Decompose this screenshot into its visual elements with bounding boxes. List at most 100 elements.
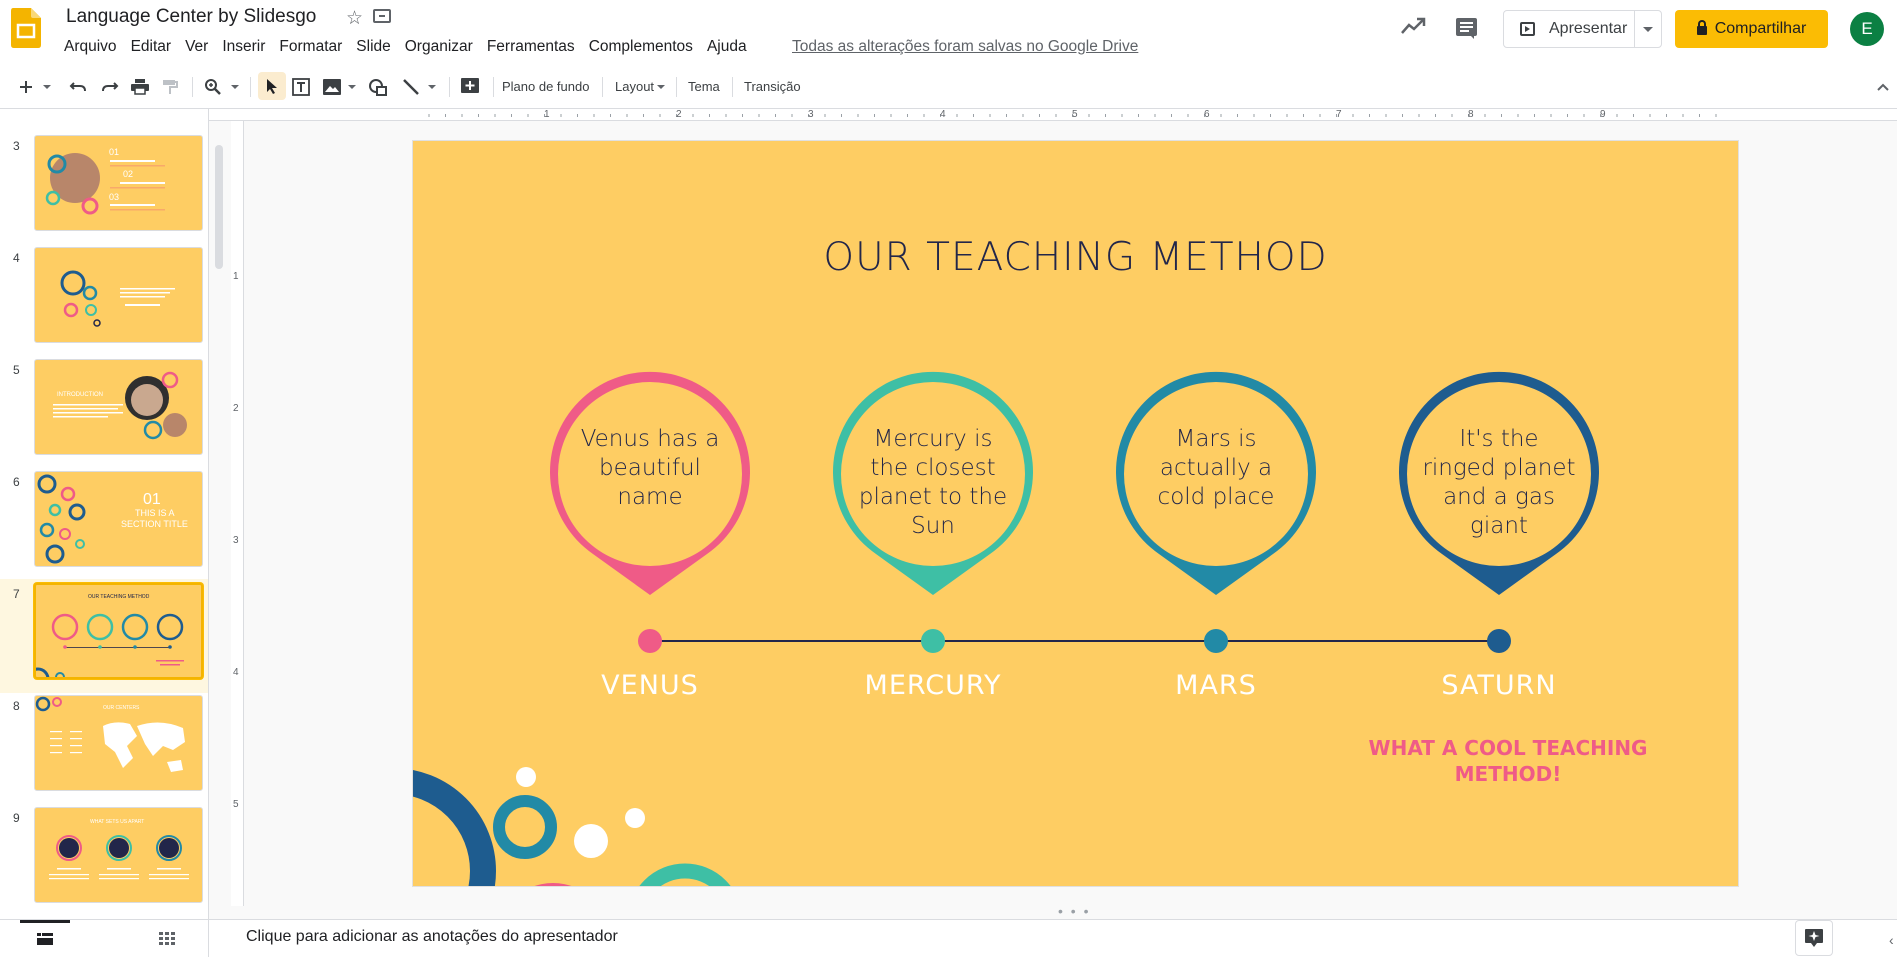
select-tool[interactable] <box>258 72 286 100</box>
toolbar: Plano de fundo Layout Tema Transição <box>0 64 1897 109</box>
thumbnail-text: 02 <box>123 169 134 179</box>
undo-icon <box>69 81 86 91</box>
menu-file[interactable]: Arquivo <box>57 38 124 56</box>
slide-thumbnail-9[interactable]: 9 WHAT SETS US APART <box>0 807 208 919</box>
share-button[interactable]: Compartilhar <box>1675 10 1828 48</box>
thumbnail: 01 THIS IS A SECTION TITLE <box>34 471 203 567</box>
thumbnail: OUR CENTERS <box>34 695 203 791</box>
saturn-pin[interactable]: It's the ringed planet and a gas giant <box>1390 365 1608 603</box>
venus-label[interactable]: VENUS <box>540 670 760 701</box>
textbox-tool[interactable] <box>292 64 310 109</box>
present-button[interactable]: Apresentar <box>1503 10 1662 48</box>
mars-pin[interactable]: Mars is actually a cold place <box>1107 365 1325 603</box>
menu-addons[interactable]: Complementos <box>582 38 700 56</box>
paint-format-button[interactable] <box>162 64 178 109</box>
slide-thumbnail-7[interactable]: 7 OUR TEACHING METHOD <box>0 579 208 693</box>
speaker-notes-placeholder[interactable]: Clique para adicionar as anotações do ap… <box>246 928 618 946</box>
menu-arrange[interactable]: Organizar <box>398 38 480 56</box>
mercury-label[interactable]: MERCURY <box>823 670 1043 701</box>
menu-bar: Arquivo Editar Ver Inserir Formatar Slid… <box>57 38 754 56</box>
mercury-dot[interactable] <box>921 629 945 653</box>
save-status-link[interactable]: Todas as alterações foram salvas no Goog… <box>792 38 1138 56</box>
mercury-pin[interactable]: Mercury is the closest planet to the Sun <box>824 365 1042 603</box>
thumbnail-text: OUR CENTERS <box>103 705 140 711</box>
print-button[interactable] <box>131 64 149 109</box>
theme-label: Tema <box>688 79 720 94</box>
slide-thumbnail-4[interactable]: 4 <box>0 247 208 359</box>
slide-number: 7 <box>13 587 20 601</box>
menu-insert[interactable]: Inserir <box>215 38 272 56</box>
present-label: Apresentar <box>1549 20 1628 37</box>
menu-edit[interactable]: Editar <box>124 38 179 56</box>
document-title[interactable]: Language Center by Slidesgo <box>66 6 316 28</box>
thumbnail <box>34 247 203 343</box>
slide-number: 3 <box>13 139 20 153</box>
grid-view-button[interactable] <box>140 920 194 957</box>
line-tool[interactable] <box>402 64 436 109</box>
chevron-down-icon <box>348 84 356 89</box>
menu-view[interactable]: Ver <box>178 38 215 56</box>
mars-label[interactable]: MARS <box>1106 670 1326 701</box>
add-comment-button[interactable] <box>461 64 479 109</box>
transition-button[interactable]: Transição <box>744 64 801 109</box>
menu-format[interactable]: Formatar <box>272 38 349 56</box>
timeline-line[interactable] <box>650 640 1501 642</box>
slide-filmstrip: 3 01 02 03 4 5 INTRODUCTION 6 01 THIS IS… <box>0 109 209 919</box>
notes-resize-handle[interactable]: • • • <box>1058 903 1090 919</box>
zoom-icon <box>205 78 221 95</box>
venus-pin[interactable]: Venus has a beautiful name <box>541 365 759 603</box>
comments-icon[interactable] <box>1456 18 1477 39</box>
menu-slide[interactable]: Slide <box>349 38 397 56</box>
thumbnail: OUR TEACHING METHOD <box>34 583 203 679</box>
chevron-down-icon[interactable] <box>43 84 51 89</box>
toolbar-divider <box>250 77 251 97</box>
zoom-button[interactable] <box>204 64 239 109</box>
vertical-ruler[interactable]: 1 2 3 4 5 <box>231 121 244 906</box>
slide-thumbnail-5[interactable]: 5 INTRODUCTION <box>0 359 208 471</box>
venus-dot[interactable] <box>638 629 662 653</box>
theme-button[interactable]: Tema <box>688 64 720 109</box>
cool-method-text[interactable]: WHAT A COOL TEACHING METHOD! <box>1343 735 1673 787</box>
new-slide-button[interactable] <box>19 64 51 109</box>
image-tool[interactable] <box>323 64 356 109</box>
slide-thumbnail-2[interactable] <box>0 109 208 121</box>
slide-title[interactable]: OUR TEACHING METHOD <box>413 235 1738 280</box>
slide-canvas[interactable]: OUR TEACHING METHOD Venus has a beautifu… <box>413 141 1738 886</box>
present-main-button[interactable]: Apresentar <box>1504 11 1635 47</box>
collapse-toolbar-button[interactable] <box>1876 64 1890 109</box>
mars-dot[interactable] <box>1204 629 1228 653</box>
thumbnail-text: 03 <box>109 192 120 202</box>
horizontal-ruler[interactable]: 1 2 3 4 5 6 7 8 9 <box>209 109 1897 121</box>
move-folder-icon[interactable] <box>373 9 391 23</box>
slide-thumbnail-3[interactable]: 3 01 02 03 <box>0 135 208 247</box>
ruler-number: 3 <box>808 109 814 120</box>
side-panel-toggle-icon[interactable]: ‹ <box>1889 932 1894 948</box>
slide-thumbnail-8[interactable]: 8 OUR CENTERS <box>0 695 208 807</box>
star-icon[interactable]: ☆ <box>346 7 363 30</box>
slides-logo-icon[interactable] <box>11 8 41 48</box>
avatar[interactable]: E <box>1850 12 1884 46</box>
explore-button[interactable] <box>1795 920 1833 956</box>
background-button[interactable]: Plano de fundo <box>502 64 589 109</box>
share-label: Compartilhar <box>1714 20 1807 37</box>
speaker-notes[interactable]: Clique para adicionar as anotações do ap… <box>209 919 1897 957</box>
slide-thumbnail-6[interactable]: 6 01 THIS IS A SECTION TITLE <box>0 471 208 583</box>
ruler-number: 3 <box>233 535 239 546</box>
menu-help[interactable]: Ajuda <box>700 38 754 56</box>
filmstrip-scrollbar[interactable] <box>215 145 223 269</box>
chevron-down-icon <box>657 84 666 89</box>
filmstrip-view-button[interactable] <box>18 920 72 957</box>
undo-button[interactable] <box>69 64 87 109</box>
shape-tool[interactable] <box>368 64 388 109</box>
menu-tools[interactable]: Ferramentas <box>480 38 582 56</box>
saturn-dot[interactable] <box>1487 629 1511 653</box>
activity-dashboard-icon[interactable] <box>1400 15 1426 37</box>
saturn-label[interactable]: SATURN <box>1389 670 1609 701</box>
thumbnail: 01 02 03 <box>34 135 203 231</box>
toolbar-divider <box>192 77 193 97</box>
toolbar-divider <box>676 77 677 97</box>
redo-button[interactable] <box>101 64 119 109</box>
present-options-dropdown[interactable] <box>1635 11 1661 47</box>
layout-button[interactable]: Layout <box>615 64 666 109</box>
toolbar-divider <box>602 77 603 97</box>
